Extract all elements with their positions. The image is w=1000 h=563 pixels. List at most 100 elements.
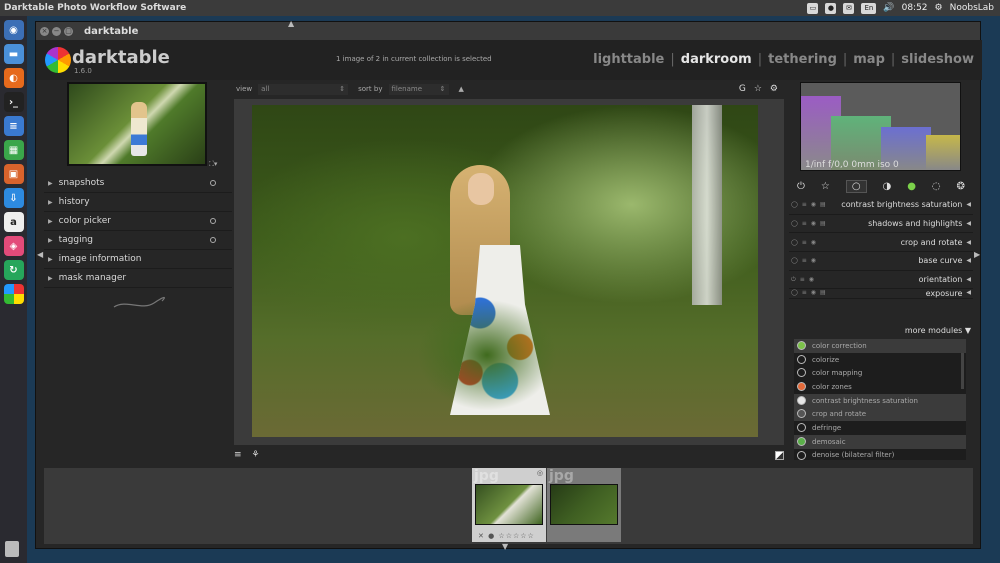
bottom-panel-collapse-arrow-icon[interactable]: ▼: [502, 542, 508, 551]
presets-icon[interactable]: [210, 218, 216, 224]
more-module-item[interactable]: defringe: [794, 421, 966, 435]
sort-order-icon[interactable]: ▲: [459, 85, 464, 93]
multi-instance-icon[interactable]: ≡: [802, 239, 807, 246]
active-module-row[interactable]: ◯ ≡ ◉ ▤ shadows and highlights ◀: [789, 215, 973, 234]
module-tagging[interactable]: ▶ tagging: [44, 231, 232, 250]
overexposure-toggle-icon[interactable]: [775, 451, 784, 460]
terminal-icon[interactable]: ›_: [3, 92, 24, 112]
multi-instance-icon[interactable]: ≡: [802, 220, 807, 227]
reset-icon[interactable]: ◉: [811, 289, 816, 296]
module-image-information[interactable]: ▶ image information: [44, 250, 232, 269]
thumbnail-group-icon[interactable]: ◎: [537, 469, 543, 477]
center-image-area[interactable]: [234, 99, 784, 445]
files-folder-icon[interactable]: ▬: [3, 44, 24, 64]
more-modules-toggle[interactable]: more modules ▼: [789, 326, 973, 335]
correct-group-icon[interactable]: ◌: [932, 181, 941, 192]
more-module-item[interactable]: crop and rotate: [794, 407, 966, 422]
active-module-row[interactable]: ◯ ≡ ◉ base curve ◀: [789, 252, 973, 271]
active-module-row[interactable]: ◯ ≡ ◉ crop and rotate ◀: [789, 233, 973, 253]
power-icon[interactable]: ⏻: [797, 181, 805, 192]
more-module-item[interactable]: contrast brightness saturation: [794, 393, 966, 408]
multi-instance-icon[interactable]: ≡: [802, 289, 807, 296]
quick-access-menu-icon[interactable]: ≡: [234, 450, 242, 460]
top-panel-collapse-arrow-icon[interactable]: ▲: [288, 19, 294, 28]
color-group-icon[interactable]: ●: [907, 181, 916, 192]
histogram[interactable]: 1/inf f/0,0 0mm iso 0: [800, 82, 961, 171]
thumbnail-rating-stars[interactable]: ✕ ● ☆☆☆☆☆: [478, 532, 535, 540]
display-icon[interactable]: ▭: [807, 2, 819, 14]
settings-app-icon[interactable]: ◈: [3, 236, 24, 256]
reset-icon[interactable]: ◉: [811, 257, 816, 264]
preferences-gear-icon[interactable]: ⚙: [770, 84, 778, 94]
reset-icon[interactable]: ◉: [811, 220, 816, 227]
view-lighttable[interactable]: lighttable: [593, 52, 664, 67]
impress-icon[interactable]: ▣: [3, 164, 24, 184]
more-module-item[interactable]: color mapping: [794, 366, 966, 380]
filmstrip-thumbnail[interactable]: jpg: [547, 468, 621, 542]
firefox-icon[interactable]: ◐: [3, 68, 24, 88]
module-color-picker[interactable]: ▶ color picker: [44, 212, 232, 231]
more-module-item[interactable]: denoise (bilateral filter): [794, 449, 966, 461]
maximize-window-icon[interactable]: ▢: [64, 26, 73, 36]
presets-icon[interactable]: [210, 237, 216, 243]
view-tethering[interactable]: tethering: [768, 52, 837, 67]
close-window-icon[interactable]: ×: [40, 26, 49, 36]
tone-group-icon[interactable]: ◑: [883, 181, 892, 192]
navigation-zoom-icon[interactable]: ⛶▾: [209, 160, 217, 169]
minimize-window-icon[interactable]: −: [52, 26, 61, 36]
mail-icon[interactable]: ✉: [843, 2, 855, 14]
more-module-item[interactable]: colorize: [794, 353, 966, 367]
view-filter-select[interactable]: all ⇕: [258, 83, 349, 95]
darktable-launcher-icon[interactable]: [3, 284, 24, 304]
software-center-icon[interactable]: ⇩: [3, 188, 24, 208]
active-module-row[interactable]: ◯ ≡ ◉ ▤ exposure ◀: [789, 289, 973, 300]
record-icon[interactable]: ●: [825, 2, 837, 14]
star-icon[interactable]: ☆: [754, 84, 762, 94]
dash-home-icon[interactable]: ◉: [3, 20, 24, 40]
grouping-toggle[interactable]: G: [739, 84, 746, 94]
module-mask-manager[interactable]: ▶ mask manager: [44, 269, 232, 288]
view-slideshow[interactable]: slideshow: [901, 52, 974, 67]
photo[interactable]: [252, 105, 758, 437]
presets-icon[interactable]: [210, 180, 216, 186]
left-panel-collapse-arrow-icon[interactable]: ◀: [37, 250, 43, 259]
favorites-star-icon[interactable]: ☆: [821, 181, 830, 192]
presets-icon[interactable]: ▤: [820, 289, 826, 296]
module-history[interactable]: ▶ history: [44, 193, 232, 212]
view-darkroom[interactable]: darkroom: [681, 52, 752, 67]
reset-icon[interactable]: ◉: [811, 239, 816, 246]
presets-icon[interactable]: ▤: [820, 220, 826, 227]
writer-icon[interactable]: ≡: [3, 116, 24, 136]
multi-instance-icon[interactable]: ≡: [802, 201, 807, 208]
updates-icon[interactable]: ↻: [3, 260, 24, 280]
calc-icon[interactable]: ▦: [3, 140, 24, 160]
navigation-thumbnail[interactable]: [67, 82, 207, 166]
enable-toggle-icon[interactable]: ◯: [791, 289, 798, 296]
multi-instance-icon[interactable]: ≡: [802, 257, 807, 264]
more-module-item[interactable]: color zones: [794, 380, 966, 394]
amazon-icon[interactable]: a: [3, 212, 24, 232]
more-module-item[interactable]: color correction: [794, 339, 966, 353]
reset-icon[interactable]: ◉: [809, 276, 814, 284]
settings-gear-icon[interactable]: ⚙: [935, 3, 943, 13]
enable-toggle-icon[interactable]: ◯: [791, 201, 798, 208]
styles-icon[interactable]: ⚘: [252, 450, 260, 460]
session-user-name[interactable]: NoobsLab: [950, 3, 994, 13]
enable-toggle-icon[interactable]: ◯: [791, 257, 798, 264]
enable-toggle-icon[interactable]: ◯: [791, 239, 798, 246]
presets-icon[interactable]: ▤: [820, 201, 826, 208]
effect-group-icon[interactable]: ❂: [957, 181, 965, 192]
volume-icon[interactable]: 🔊: [883, 3, 894, 13]
trash-icon[interactable]: [5, 541, 19, 557]
more-module-item[interactable]: demosaic: [794, 434, 966, 449]
sort-by-select[interactable]: filename ⇕: [388, 83, 449, 95]
module-snapshots[interactable]: ▶ snapshots: [44, 174, 232, 193]
right-panel-collapse-arrow-icon[interactable]: ▶: [974, 250, 980, 259]
multi-instance-icon[interactable]: ≡: [800, 276, 805, 284]
keyboard-layout-indicator[interactable]: En: [861, 2, 877, 14]
view-map[interactable]: map: [853, 52, 885, 67]
enable-toggle-icon[interactable]: ◯: [791, 220, 798, 227]
clock[interactable]: 08:52: [902, 3, 928, 13]
active-module-row[interactable]: ⏻ ≡ ◉ orientation ◀: [789, 271, 973, 290]
enable-toggle-icon[interactable]: ⏻: [791, 276, 796, 284]
